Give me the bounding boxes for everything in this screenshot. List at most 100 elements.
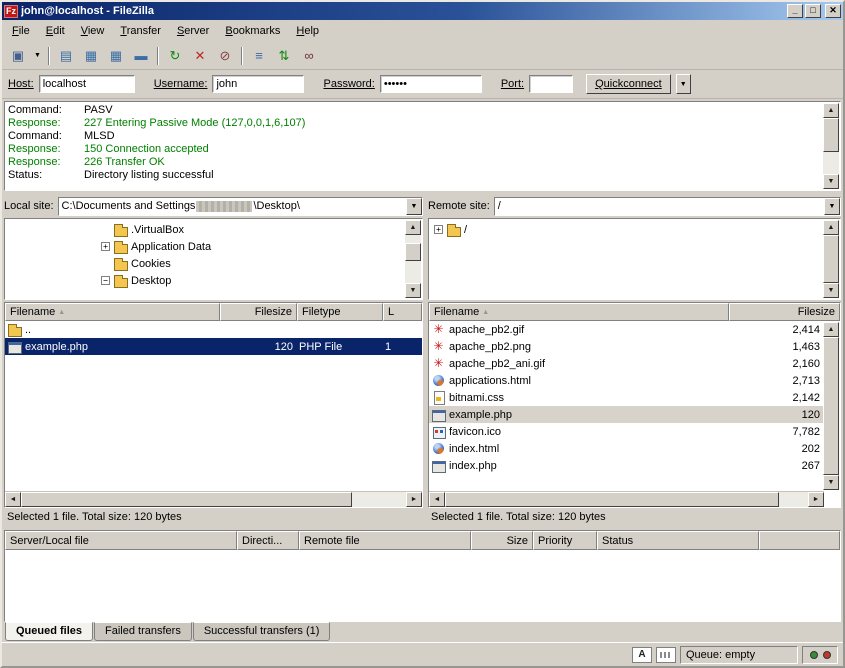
local-site-combobox[interactable]: C:\Documents and Settings\Desktop\ ▼: [58, 197, 423, 216]
menu-transfer[interactable]: Transfer: [112, 22, 169, 40]
column-header-filename[interactable]: Filename▲: [429, 303, 729, 321]
scroll-down-button[interactable]: ▼: [405, 283, 421, 298]
log-vertical-scrollbar[interactable]: ▲ ▼: [823, 103, 839, 189]
file-row[interactable]: ✳apache_pb2.gif 2,414: [429, 321, 824, 338]
remote-vertical-scrollbar[interactable]: ▲ ▼: [823, 322, 839, 490]
column-header-filesize[interactable]: Filesize: [220, 303, 297, 321]
local-path-prefix: C:\Documents and Settings: [62, 200, 196, 212]
tree-item-cookies[interactable]: Cookies: [7, 255, 404, 272]
tree-item-root[interactable]: +/: [431, 221, 822, 238]
menu-file[interactable]: File: [4, 22, 38, 40]
sync-browsing-button[interactable]: ⇅: [272, 45, 296, 67]
queue-panel-icon: ▬: [135, 48, 148, 63]
column-header-lastmodified[interactable]: L: [383, 303, 422, 321]
menu-edit[interactable]: Edit: [38, 22, 73, 40]
site-manager-dropdown-button[interactable]: ▼: [31, 45, 44, 67]
column-header-size[interactable]: Size: [471, 531, 533, 550]
combo-dropdown-button[interactable]: ▼: [406, 198, 422, 215]
file-row[interactable]: applications.html 2,713: [429, 372, 824, 389]
column-header-server-local-file[interactable]: Server/Local file: [5, 531, 237, 550]
site-manager-button[interactable]: ▣: [6, 45, 30, 67]
refresh-button[interactable]: ↻: [163, 45, 187, 67]
file-name: index.html: [449, 443, 499, 455]
remote-horizontal-scrollbar[interactable]: ◄ ►: [429, 491, 824, 507]
tree-item-virtualbox[interactable]: .VirtualBox: [7, 221, 404, 238]
directory-comparison-button[interactable]: ≡: [247, 45, 271, 67]
menu-bookmarks[interactable]: Bookmarks: [217, 22, 288, 40]
log-type: Command:: [8, 130, 84, 143]
title-bar[interactable]: Fz john@localhost - FileZilla _ □ ✕: [2, 2, 843, 20]
sync-browsing-icon: ⇅: [279, 48, 290, 64]
username-input[interactable]: [212, 75, 304, 93]
toggle-local-tree-button[interactable]: ▦: [79, 45, 103, 67]
chevron-down-icon: ▼: [829, 203, 836, 210]
column-header-status[interactable]: Status: [597, 531, 759, 550]
tab-queued-files[interactable]: Queued files: [5, 622, 93, 641]
file-row[interactable]: index.php 267: [429, 457, 824, 474]
file-row[interactable]: ✳apache_pb2.png 1,463: [429, 338, 824, 355]
transfer-type-icon[interactable]: A: [632, 647, 652, 663]
local-file-list: Filename▲ Filesize Filetype L .. example…: [4, 302, 423, 508]
remote-path: /: [498, 200, 501, 212]
expand-icon[interactable]: +: [101, 242, 110, 251]
window-title: john@localhost - FileZilla: [21, 5, 784, 17]
disconnect-button[interactable]: ⊘: [213, 45, 237, 67]
host-input[interactable]: [39, 75, 135, 93]
file-row[interactable]: index.html 202: [429, 440, 824, 457]
port-input[interactable]: [529, 75, 573, 93]
tree-vertical-scrollbar[interactable]: ▲ ▼: [405, 220, 421, 298]
scroll-left-button[interactable]: ◄: [5, 492, 21, 507]
close-button[interactable]: ✕: [825, 4, 841, 18]
remote-site-combobox[interactable]: / ▼: [494, 197, 841, 216]
file-row-example-php[interactable]: example.php 120 PHP File 1: [5, 338, 422, 355]
file-row-example-php[interactable]: example.php 120: [429, 406, 824, 423]
file-row-parent-dir[interactable]: ..: [5, 321, 422, 338]
scroll-down-button[interactable]: ▼: [823, 174, 839, 189]
file-row[interactable]: favicon.ico 7,782: [429, 423, 824, 440]
tab-failed-transfers[interactable]: Failed transfers: [94, 622, 192, 641]
tree-item-desktop[interactable]: −Desktop: [7, 272, 404, 289]
cancel-button[interactable]: ✕: [188, 45, 212, 67]
toggle-message-log-button[interactable]: ▤: [54, 45, 78, 67]
minimize-button[interactable]: _: [787, 4, 803, 18]
menu-help[interactable]: Help: [288, 22, 327, 40]
quickconnect-button[interactable]: Quickconnect: [586, 74, 671, 94]
collapse-icon[interactable]: −: [101, 276, 110, 285]
scroll-down-button[interactable]: ▼: [823, 475, 839, 490]
toggle-remote-tree-button[interactable]: ▦: [104, 45, 128, 67]
scroll-up-button[interactable]: ▲: [823, 322, 839, 337]
scroll-left-button[interactable]: ◄: [429, 492, 445, 507]
column-header-remote-file[interactable]: Remote file: [299, 531, 471, 550]
menu-server[interactable]: Server: [169, 22, 217, 40]
column-header-filename[interactable]: Filename▲: [5, 303, 220, 321]
maximize-button[interactable]: □: [805, 4, 821, 18]
keypad-icon[interactable]: [656, 647, 676, 663]
tab-successful-transfers[interactable]: Successful transfers (1): [193, 622, 331, 641]
menu-view[interactable]: View: [73, 22, 113, 40]
combo-dropdown-button[interactable]: ▼: [824, 198, 840, 215]
find-files-button[interactable]: ∞: [297, 45, 321, 67]
expand-icon[interactable]: +: [434, 225, 443, 234]
log-type: Response:: [8, 143, 84, 156]
column-header-direction[interactable]: Directi...: [237, 531, 299, 550]
password-input[interactable]: [380, 75, 482, 93]
scroll-right-button[interactable]: ►: [406, 492, 422, 507]
file-type: PHP File: [299, 341, 342, 353]
quickconnect-dropdown-button[interactable]: ▼: [676, 74, 691, 94]
scroll-up-button[interactable]: ▲: [823, 220, 839, 235]
column-header-priority[interactable]: Priority: [533, 531, 597, 550]
password-label: Password:: [323, 78, 374, 90]
file-row[interactable]: ✳apache_pb2_ani.gif 2,160: [429, 355, 824, 372]
scroll-down-button[interactable]: ▼: [823, 283, 839, 298]
column-header-filesize[interactable]: Filesize: [729, 303, 840, 321]
file-row[interactable]: bitnami.css 2,142: [429, 389, 824, 406]
queue-body[interactable]: [5, 550, 840, 621]
scroll-up-button[interactable]: ▲: [405, 220, 421, 235]
tree-vertical-scrollbar[interactable]: ▲ ▼: [823, 220, 839, 298]
toggle-queue-button[interactable]: ▬: [129, 45, 153, 67]
scroll-right-button[interactable]: ►: [808, 492, 824, 507]
local-horizontal-scrollbar[interactable]: ◄ ►: [5, 491, 422, 507]
tree-item-application-data[interactable]: +Application Data: [7, 238, 404, 255]
column-header-filetype[interactable]: Filetype: [297, 303, 383, 321]
scroll-up-button[interactable]: ▲: [823, 103, 839, 118]
